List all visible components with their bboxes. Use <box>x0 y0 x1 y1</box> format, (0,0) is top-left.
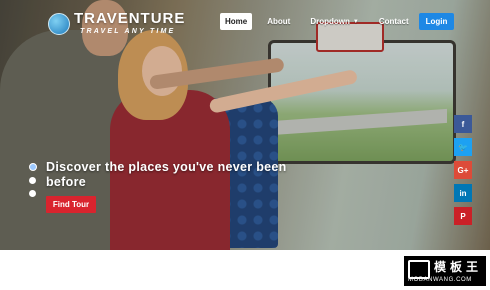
twitter-icon[interactable]: 🐦 <box>454 138 472 156</box>
google-plus-icon[interactable]: G+ <box>454 161 472 179</box>
find-tour-button[interactable]: Find Tour <box>46 196 96 213</box>
facebook-icon[interactable]: f <box>454 115 472 133</box>
brand-title: TRAVENTURE <box>74 10 186 27</box>
login-button[interactable]: Login <box>419 13 454 30</box>
slider-indicators <box>29 163 37 203</box>
globe-icon <box>48 13 70 35</box>
slide-dot-2[interactable] <box>29 177 36 184</box>
hero-headline: Discover the places you've never been be… <box>46 160 287 189</box>
slide-dot-3[interactable] <box>29 190 36 197</box>
nav-home[interactable]: Home <box>220 13 253 30</box>
social-bar: f 🐦 G+ in P <box>454 115 472 230</box>
pinterest-icon[interactable]: P <box>454 207 472 225</box>
caret-down-icon: ▼ <box>352 18 359 25</box>
watermark-text: 模板王 <box>434 260 483 274</box>
nav-about[interactable]: About <box>262 13 295 30</box>
brand-tagline: TRAVEL ANY TIME <box>80 28 176 35</box>
nav-contact[interactable]: Contact <box>374 13 414 30</box>
main-nav: Home About Dropdown ▼ Contact <box>220 13 424 30</box>
site-watermark: 模板王 MOBANWANG.COM <box>404 256 486 286</box>
linkedin-icon[interactable]: in <box>454 184 472 202</box>
watermark-url: MOBANWANG.COM <box>408 277 472 283</box>
nav-dropdown[interactable]: Dropdown ▼ <box>305 13 364 30</box>
slide-dot-1[interactable] <box>29 163 37 171</box>
brand-logo[interactable]: TRAVENTURE TRAVEL ANY TIME <box>48 11 185 37</box>
